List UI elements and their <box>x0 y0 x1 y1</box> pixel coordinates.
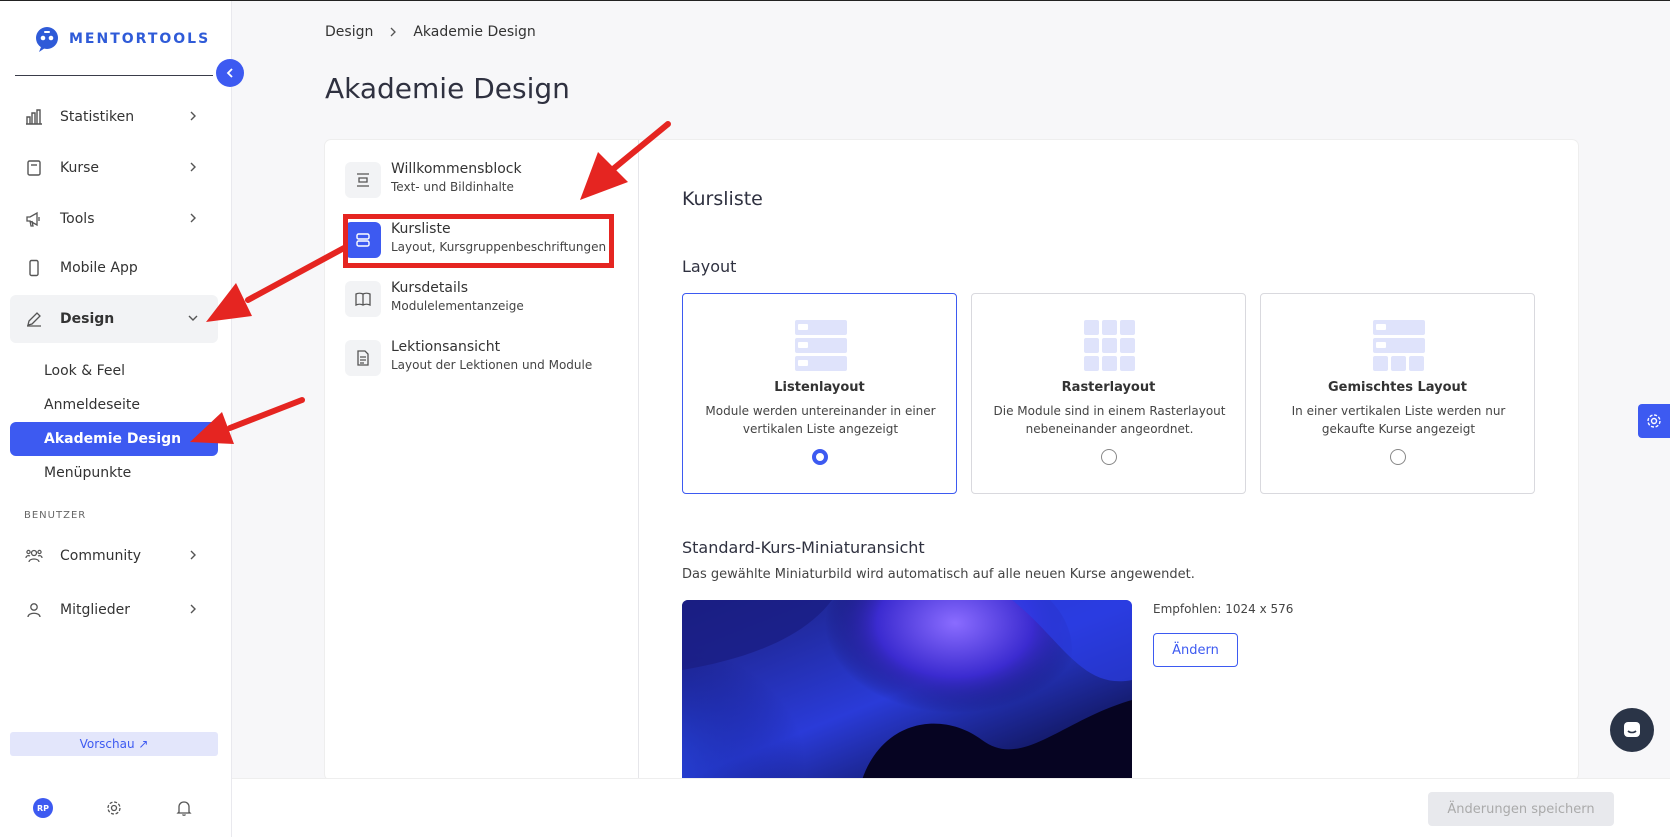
arrow-head-annotation <box>190 412 234 444</box>
arrow-head-annotation <box>206 283 252 322</box>
annotation-arrows <box>190 121 671 444</box>
arrow-annotation <box>245 245 347 303</box>
arrow-annotation <box>609 121 671 173</box>
arrow-annotation <box>227 397 305 431</box>
